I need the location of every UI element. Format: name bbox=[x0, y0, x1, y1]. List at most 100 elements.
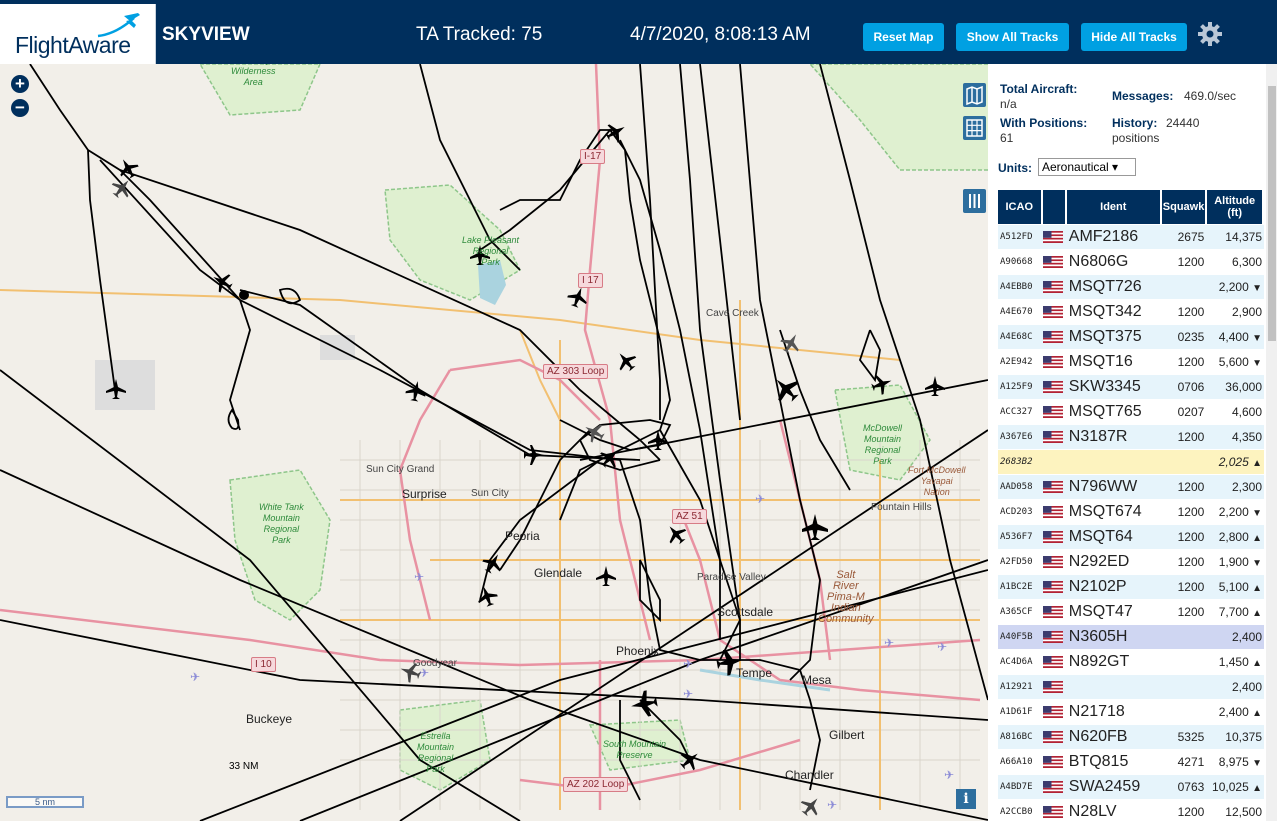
cell-squawk: 1200 bbox=[1161, 425, 1208, 449]
cell-ident: SWA2459 bbox=[1066, 775, 1162, 799]
altitude-trend-icon: ▼ bbox=[1252, 508, 1262, 519]
label-chandler: Chandler bbox=[785, 768, 834, 782]
aircraft-row[interactable]: A12921 2,400 bbox=[998, 675, 1264, 699]
aircraft-row[interactable]: AAD058 N796WW 1200 2,300 bbox=[998, 475, 1264, 499]
aircraft-row[interactable]: A2CCB0 N28LV 1200 12,500 bbox=[998, 800, 1264, 821]
altitude-value: 2,800 bbox=[1218, 530, 1249, 544]
columns-toggle-button[interactable] bbox=[963, 189, 986, 213]
aircraft-row[interactable]: A125F9 SKW3345 0706 36,000 bbox=[998, 375, 1264, 399]
panel-scrollbar-thumb[interactable] bbox=[1268, 86, 1276, 341]
cell-ident: N620FB bbox=[1066, 725, 1162, 749]
info-button[interactable]: i bbox=[956, 789, 976, 809]
aircraft-row[interactable]: A1D61F N21718 2,400 ▲ bbox=[998, 700, 1264, 724]
col-flag[interactable] bbox=[1042, 190, 1067, 224]
cell-altitude: 2,300 bbox=[1207, 475, 1264, 499]
zoom-out-button[interactable]: − bbox=[11, 99, 29, 117]
cell-ident: MSQT47 bbox=[1066, 600, 1162, 624]
tribal-fort-mcdowell: Fort McDowell Yavapai Nation bbox=[908, 465, 966, 497]
range-ring-label: 33 NM bbox=[229, 761, 259, 772]
aircraft-row[interactable]: A1BC2E N2102P 1200 5,100 ▲ bbox=[998, 575, 1264, 599]
cell-altitude: 8,975 ▼ bbox=[1207, 750, 1264, 774]
altitude-value: 36,000 bbox=[1225, 380, 1262, 394]
aircraft-row[interactable]: AC4D6A N892GT 1,450 ▲ bbox=[998, 650, 1264, 674]
col-altitude[interactable]: Altitude (ft) bbox=[1207, 190, 1264, 224]
cell-icao: A4EBB0 bbox=[998, 275, 1043, 299]
cell-icao: A2CCB0 bbox=[998, 800, 1043, 821]
aircraft-row[interactable]: A4E670 MSQT342 1200 2,900 bbox=[998, 300, 1264, 324]
aircraft-row[interactable]: A2FD50 N292ED 1200 1,900 ▼ bbox=[998, 550, 1264, 574]
svg-text:✈: ✈ bbox=[827, 798, 837, 812]
units-select[interactable]: Aeronautical ▾ bbox=[1038, 158, 1136, 176]
messages-value: 469.0/sec bbox=[1184, 89, 1237, 103]
cell-squawk bbox=[1161, 450, 1208, 474]
cell-squawk: 5325 bbox=[1161, 725, 1208, 749]
aircraft-icons[interactable] bbox=[106, 118, 945, 820]
hide-all-tracks-button[interactable]: Hide All Tracks bbox=[1081, 23, 1187, 51]
altitude-value: 5,600 bbox=[1218, 355, 1249, 369]
show-all-tracks-button[interactable]: Show All Tracks bbox=[956, 23, 1069, 51]
gear-icon[interactable] bbox=[1197, 21, 1223, 47]
col-ident[interactable]: Ident bbox=[1066, 190, 1162, 224]
label-sun-city-grand: Sun City Grand bbox=[366, 464, 435, 475]
cell-squawk: 1200 bbox=[1161, 525, 1208, 549]
map-view[interactable]: ✈ ✈ ✈ ✈ ✈ ✈ ✈ ✈ ✈ ✈ Cave Creek Sun City … bbox=[0, 64, 988, 821]
cell-squawk: 4271 bbox=[1161, 750, 1208, 774]
reset-map-button[interactable]: Reset Map bbox=[863, 23, 944, 51]
cell-altitude: 36,000 bbox=[1207, 375, 1264, 399]
svg-text:✈: ✈ bbox=[944, 768, 954, 782]
cell-squawk: 0207 bbox=[1161, 400, 1208, 424]
aircraft-row[interactable]: A40F5B N3605H 2,400 bbox=[998, 625, 1264, 649]
us-flag-icon bbox=[1042, 250, 1067, 274]
cell-icao: A12921 bbox=[998, 675, 1043, 699]
range-grid-button[interactable] bbox=[963, 116, 986, 140]
cell-icao: A1BC2E bbox=[998, 575, 1043, 599]
grid-icon bbox=[966, 119, 983, 137]
park-white-tank: White Tank Mountain Regional Park bbox=[259, 502, 304, 545]
aircraft-row[interactable]: ACC327 MSQT765 0207 4,600 bbox=[998, 400, 1264, 424]
cell-squawk: 0235 bbox=[1161, 325, 1208, 349]
col-squawk[interactable]: Squawk bbox=[1161, 190, 1208, 224]
cell-icao: A125F9 bbox=[998, 375, 1043, 399]
altitude-value: 7,700 bbox=[1218, 605, 1249, 619]
altitude-value: 2,025 bbox=[1218, 455, 1249, 469]
aircraft-row[interactable]: A512FD AMF2186 2675 14,375 bbox=[998, 225, 1264, 249]
aircraft-row[interactable]: 2683B2 2,025 ▲ bbox=[998, 450, 1264, 474]
flightaware-logo[interactable]: FlightAware bbox=[0, 4, 156, 64]
cell-ident: N3605H bbox=[1066, 625, 1162, 649]
cell-altitude: 6,300 bbox=[1207, 250, 1264, 274]
app-title: SKYVIEW bbox=[162, 24, 250, 45]
us-flag-icon bbox=[1042, 650, 1067, 674]
aircraft-row[interactable]: A4EBB0 MSQT726 2,200 ▼ bbox=[998, 275, 1264, 299]
aircraft-row[interactable]: A536F7 MSQT64 1200 2,800 ▲ bbox=[998, 525, 1264, 549]
cell-ident: N28LV bbox=[1066, 800, 1162, 821]
cell-icao: ACC327 bbox=[998, 400, 1043, 424]
aircraft-row[interactable]: A367E6 N3187R 1200 4,350 bbox=[998, 425, 1264, 449]
altitude-value: 2,400 bbox=[1231, 680, 1262, 694]
col-altitude-label: Altitude bbox=[1214, 195, 1256, 207]
aircraft-row[interactable]: A2E942 MSQT16 1200 5,600 ▼ bbox=[998, 350, 1264, 374]
aircraft-row[interactable]: A365CF MSQT47 1200 7,700 ▲ bbox=[998, 600, 1264, 624]
label-gilbert: Gilbert bbox=[829, 728, 865, 742]
cell-squawk: 1200 bbox=[1161, 475, 1208, 499]
cell-squawk: 1200 bbox=[1161, 250, 1208, 274]
us-flag-icon bbox=[1042, 450, 1067, 474]
aircraft-row[interactable]: A90668 N6806G 1200 6,300 bbox=[998, 250, 1264, 274]
aircraft-row[interactable]: A66A10 BTQ815 4271 8,975 ▼ bbox=[998, 750, 1264, 774]
aircraft-row[interactable]: A816BC N620FB 5325 10,375 bbox=[998, 725, 1264, 749]
map-layers-button[interactable] bbox=[963, 83, 986, 107]
aircraft-row[interactable]: A4BD7E SWA2459 0763 10,025 ▲ bbox=[998, 775, 1264, 799]
aircraft-row[interactable]: A4E68C MSQT375 0235 4,400 ▼ bbox=[998, 325, 1264, 349]
altitude-value: 2,900 bbox=[1231, 305, 1262, 319]
columns-icon bbox=[969, 194, 980, 208]
total-aircraft-value: n/a bbox=[1000, 97, 1017, 111]
zoom-in-button[interactable]: + bbox=[11, 75, 29, 93]
us-flag-icon bbox=[1042, 550, 1067, 574]
altitude-value: 2,200 bbox=[1218, 280, 1249, 294]
us-flag-icon bbox=[1042, 375, 1067, 399]
col-icao[interactable]: ICAO bbox=[998, 190, 1043, 224]
map-canvas[interactable]: ✈✈✈ ✈✈✈ ✈✈✈✈ bbox=[0, 64, 988, 821]
cell-altitude: 2,200 ▼ bbox=[1207, 275, 1264, 299]
aircraft-row[interactable]: ACD203 MSQT674 1200 2,200 ▼ bbox=[998, 500, 1264, 524]
cell-icao: A40F5B bbox=[998, 625, 1043, 649]
altitude-value: 1,900 bbox=[1218, 555, 1249, 569]
